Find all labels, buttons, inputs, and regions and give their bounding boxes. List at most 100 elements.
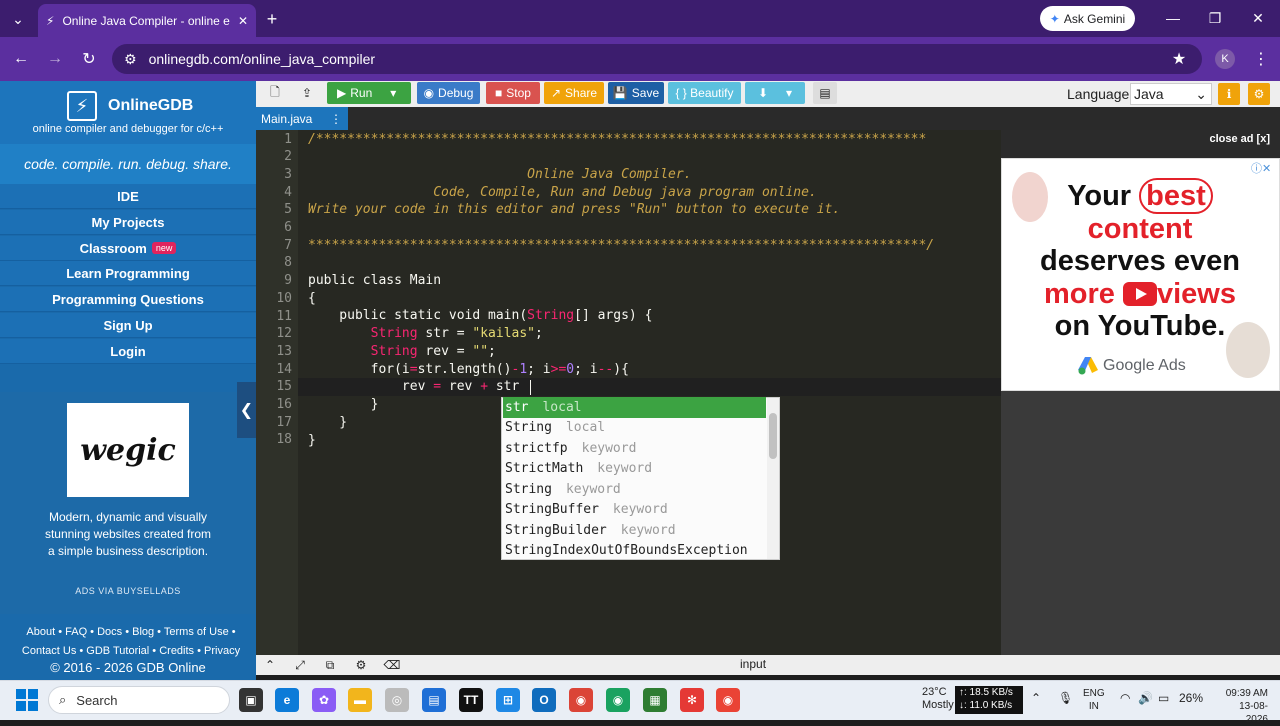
debug-button[interactable]: ◉ Debug — [417, 82, 480, 104]
beautify-button[interactable]: { } Beautify — [668, 82, 741, 104]
site-info-icon[interactable]: ⚙ — [124, 51, 137, 68]
edge-icon[interactable]: e — [275, 688, 299, 712]
close-icon[interactable]: ✕ — [238, 14, 248, 28]
chevron-down-icon[interactable]: ▾ — [786, 86, 792, 100]
bookmark-star-icon[interactable]: ★ — [1168, 48, 1190, 70]
minimize-icon[interactable]: — — [1153, 6, 1193, 30]
sidebar-item-sign-up[interactable]: Sign Up — [0, 313, 256, 338]
chrome-active-icon[interactable]: ◉ — [716, 688, 740, 712]
copilot-icon[interactable]: ✿ — [312, 688, 336, 712]
windows-start-icon[interactable] — [16, 689, 38, 711]
code-line-14: for(i=str.length()-1; i>=0; i--){ — [308, 361, 629, 379]
chrome-profile-icon[interactable]: ◉ — [606, 688, 630, 712]
footer-links[interactable]: About • FAQ • Docs • Blog • Terms of Use… — [6, 623, 256, 661]
volume-icon[interactable]: 🔊 — [1138, 691, 1153, 705]
language-value: Java — [1134, 86, 1164, 102]
code-token: public class — [308, 273, 410, 288]
windows-app-icon[interactable]: ⊞ — [496, 688, 520, 712]
reload-icon[interactable]: ↻ — [78, 48, 100, 70]
tab-list-chevron-icon[interactable]: ⌄ — [8, 10, 28, 28]
autocomplete-item[interactable]: str local — [503, 397, 766, 418]
run-button[interactable]: ▶ Run ▾ — [327, 82, 411, 104]
right-ad-headline[interactable]: Your best content deserves even more vie… — [1025, 178, 1255, 343]
google-ads-label: Google Ads — [1103, 357, 1186, 374]
clock-time: 09:39 AM — [1225, 688, 1268, 699]
file-tab-main-java[interactable]: Main.java ⋮ — [256, 107, 348, 130]
code-token: + — [480, 379, 489, 394]
sidebar-item-login[interactable]: Login — [0, 339, 256, 364]
new-file-icon[interactable]: 🗋 — [264, 82, 286, 104]
sidebar-collapse-icon[interactable]: ❮ — [237, 382, 256, 438]
gear-icon[interactable]: ⚙ — [353, 657, 369, 673]
sidebar-item-ide[interactable]: IDE — [0, 184, 256, 209]
autocomplete-item[interactable]: StringBuffer keyword — [503, 500, 766, 521]
clear-console-icon[interactable]: ⌫ — [384, 657, 401, 673]
code-line-11: public static void main(String[] args) { — [308, 307, 652, 325]
ads-via-label[interactable]: ADS VIA BUYSELLADS — [0, 586, 256, 596]
info-icon[interactable]: ℹ — [1218, 83, 1240, 105]
expand-icon[interactable]: ⤢ — [292, 657, 308, 673]
autocomplete-item[interactable]: strictfp keyword — [503, 438, 766, 459]
copyright: © 2016 - 2026 GDB Online — [50, 660, 206, 675]
settings-panel-icon[interactable]: ▤ — [813, 82, 837, 104]
footer-line[interactable]: About • FAQ • Docs • Blog • Terms of Use… — [6, 623, 256, 642]
autocomplete-scroll-thumb[interactable] — [769, 413, 777, 459]
autocomplete-item[interactable]: StringIndexOutOfBoundsException — [503, 541, 766, 562]
taskbar-search[interactable]: ⌕ Search — [48, 686, 230, 714]
ask-gemini-button[interactable]: ✦ Ask Gemini — [1040, 6, 1135, 31]
close-ad-link[interactable]: close ad [x] — [1180, 133, 1270, 145]
browser-menu-icon[interactable]: ⋮ — [1250, 48, 1272, 70]
weather-widget[interactable]: 23°C Mostly — [895, 686, 954, 712]
language-select[interactable]: Java ⌄ — [1130, 83, 1212, 105]
browser-tab[interactable]: ⚡ Online Java Compiler - online edit ✕ — [38, 4, 256, 37]
share-button[interactable]: ↗ Share — [544, 82, 604, 104]
kebab-menu-icon[interactable]: ⋮ — [330, 112, 342, 126]
restore-icon[interactable]: ❐ — [1195, 6, 1235, 30]
app-icon[interactable]: ▦ — [643, 688, 667, 712]
task-view-icon[interactable]: ▣ — [239, 688, 263, 712]
autocomplete-item[interactable]: String keyword — [503, 479, 766, 500]
language-indicator[interactable]: ENG IN — [1083, 687, 1105, 713]
wifi-icon[interactable]: ◠ — [1120, 691, 1130, 705]
back-icon[interactable]: ← — [10, 48, 32, 70]
tiktok-icon[interactable]: TT — [459, 688, 483, 712]
sidebar-item-my-projects[interactable]: My Projects — [0, 210, 256, 235]
sidebar-item-classroom[interactable]: Classroom new — [0, 236, 256, 261]
autocomplete-item-name: str — [505, 399, 529, 415]
chrome-icon[interactable]: ◉ — [569, 688, 593, 712]
outlook-icon[interactable]: O — [532, 688, 556, 712]
copy-icon[interactable]: ⧉ — [322, 657, 338, 673]
app-icon[interactable]: ✻ — [680, 688, 704, 712]
profile-avatar[interactable]: K — [1215, 49, 1235, 69]
line-number: 12 — [276, 326, 292, 342]
url-bar[interactable]: ⚙ onlinegdb.com/online_java_compiler — [112, 44, 1202, 74]
chevron-up-icon[interactable]: ⌃ — [1031, 691, 1041, 705]
app-icon[interactable]: ◎ — [385, 688, 409, 712]
window-close-icon[interactable]: ✕ — [1238, 6, 1278, 30]
store-icon[interactable]: ▤ — [422, 688, 446, 712]
chevron-up-icon[interactable]: ⌃ — [262, 657, 278, 673]
wegic-logo[interactable]: wegic — [67, 403, 189, 497]
file-explorer-icon[interactable]: ▬ — [348, 688, 372, 712]
ad-info-icon[interactable]: ⓘ✕ — [1251, 160, 1271, 176]
autocomplete-item[interactable]: String local — [503, 418, 766, 439]
upload-icon[interactable]: ⇪ — [296, 82, 318, 104]
footer-line[interactable]: Contact Us • GDB Tutorial • Credits • Pr… — [6, 642, 256, 661]
clock[interactable]: 09:39 AM 13-08-2026 — [1218, 687, 1268, 726]
sidebar-item-programming-questions[interactable]: Programming Questions — [0, 287, 256, 312]
gear-icon[interactable]: ⚙ — [1248, 83, 1270, 105]
chevron-down-icon[interactable]: ▾ — [390, 86, 396, 100]
forward-icon[interactable]: → — [44, 48, 66, 70]
save-button[interactable]: 💾 Save — [608, 82, 664, 104]
sidebar-ad-text[interactable]: Modern, dynamic and visually stunning we… — [40, 509, 216, 560]
battery-icon[interactable]: ▭ — [1158, 691, 1169, 705]
microphone-icon[interactable]: 🎙 — [1058, 691, 1073, 705]
download-button[interactable]: ⬇ ▾ — [745, 82, 805, 104]
line-number: 18 — [276, 432, 292, 448]
sidebar-item-learn-programming[interactable]: Learn Programming — [0, 261, 256, 286]
autocomplete-item[interactable]: StrictMath keyword — [503, 459, 766, 480]
autocomplete-item[interactable]: StringBuilder keyword — [503, 520, 766, 541]
stop-button[interactable]: ■ Stop — [486, 82, 540, 104]
new-tab-icon[interactable]: + — [262, 9, 282, 29]
ad-text-part: best — [1139, 178, 1213, 214]
